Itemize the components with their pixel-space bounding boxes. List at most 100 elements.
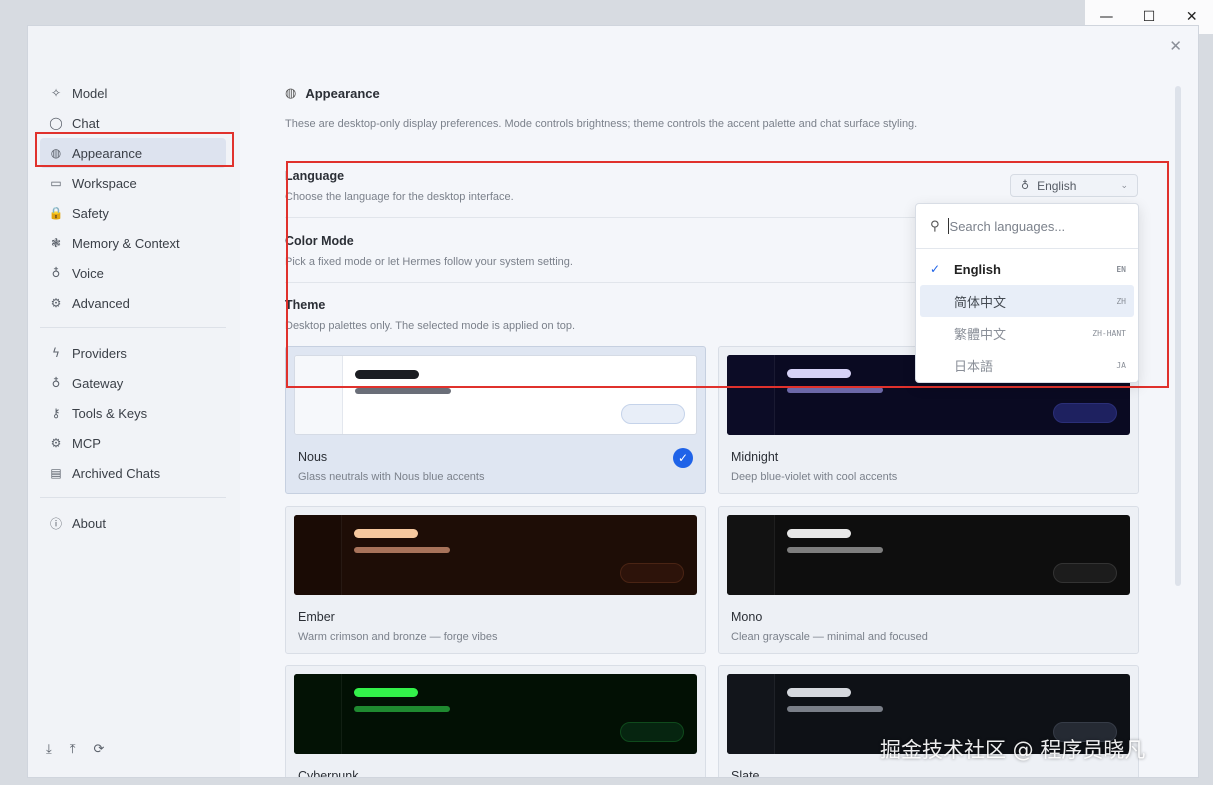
language-option[interactable]: ✓ English EN: [920, 253, 1134, 285]
key-icon: ⚷: [51, 406, 61, 420]
theme-preview-input-pill: [620, 722, 684, 742]
theme-preview-text-bar: [355, 388, 451, 394]
theme-card-ember[interactable]: Ember Warm crimson and bronze — forge vib…: [285, 506, 706, 654]
theme-name: Slate: [731, 769, 760, 777]
language-dropdown: ⚲ Search languages... ✓ English EN 简体中文 ZH 繁體…: [915, 203, 1139, 383]
highlight-box-appearance: [35, 132, 234, 167]
theme-preview-title-bar: [787, 529, 851, 538]
balloon-icon: ♁: [51, 376, 61, 390]
lightning-icon: ϟ: [52, 346, 60, 360]
theme-preview: [294, 674, 697, 754]
sidebar-item-tools-keys[interactable]: ⚷ Tools & Keys: [40, 398, 226, 428]
sidebar-item-safety[interactable]: 🔒 Safety: [40, 198, 226, 228]
sidebar-item-label: Archived Chats: [72, 465, 161, 481]
language-option-label: 日本語: [954, 358, 994, 374]
language-option-code: ZH-HANT: [1092, 328, 1126, 338]
settings-sidebar: ✧ Model ◯ Chat ◍ Appearance ▭ Workspace 🔒 Safety ❃…: [28, 26, 240, 777]
check-icon: ✓: [673, 448, 693, 468]
theme-preview-input-pill: [1053, 403, 1117, 423]
language-option[interactable]: 繁體中文 ZH-HANT: [920, 317, 1134, 349]
language-options: ✓ English EN 简体中文 ZH 繁體中文 ZH-HANT 日本語 JA: [916, 249, 1138, 381]
sidebar-item-about[interactable]: ⓘ About: [40, 508, 226, 538]
theme-name: Ember: [298, 610, 335, 624]
page-description: These are desktop-only display preferenc…: [285, 118, 918, 130]
sidebar-bottom-actions: ⤓ ⤒ ⟳: [46, 742, 104, 757]
theme-description: Warm crimson and bronze — forge vibes: [298, 631, 498, 643]
theme-card-cyberpunk[interactable]: Cyberpunk: [285, 665, 706, 777]
microphone-icon: ♁: [51, 266, 61, 280]
sidebar-item-label: About: [72, 515, 106, 531]
sidebar-item-archived-chats[interactable]: ▤ Archived Chats: [40, 458, 226, 488]
sidebar-divider: [40, 327, 226, 328]
wrench-icon: ⚙: [50, 296, 62, 310]
sidebar-item-label: Safety: [72, 205, 109, 221]
theme-description: Deep blue-violet with cool accents: [731, 471, 898, 483]
language-option[interactable]: 简体中文 ZH: [920, 285, 1134, 317]
settings-dialog: ✕ ✧ Model ◯ Chat ◍ Appearance ▭ Workspace 🔒 Safet…: [28, 26, 1198, 777]
theme-card-mono[interactable]: Mono Clean grayscale — minimal and focuse…: [718, 506, 1139, 654]
plug-icon: ⚙: [50, 436, 62, 450]
sidebar-item-label: Chat: [72, 115, 100, 131]
language-search[interactable]: ⚲ Search languages...: [916, 204, 1138, 249]
theme-name: Nous: [298, 450, 328, 464]
theme-name: Cyberpunk: [298, 769, 359, 777]
theme-preview-text-bar: [354, 706, 450, 712]
sidebar-item-mcp[interactable]: ⚙ MCP: [40, 428, 226, 458]
sidebar-item-label: Memory & Context: [72, 235, 180, 251]
sidebar-item-memory-context[interactable]: ❃ Memory & Context: [40, 228, 226, 258]
text-caret: [947, 218, 949, 234]
lock-icon: 🔒: [48, 206, 64, 220]
check-icon: ✓: [930, 262, 941, 276]
page-title-text: Appearance: [305, 86, 380, 101]
sidebar-item-advanced[interactable]: ⚙ Advanced: [40, 288, 226, 318]
theme-preview-text-bar: [787, 547, 883, 553]
sidebar-item-voice[interactable]: ♁ Voice: [40, 258, 226, 288]
language-option-code: ZH: [1116, 296, 1126, 306]
theme-preview-sidebar: [727, 515, 775, 595]
download-icon[interactable]: ⤓: [46, 742, 52, 757]
theme-preview-sidebar: [727, 674, 775, 754]
upload-icon[interactable]: ⤒: [70, 742, 76, 757]
scrollbar[interactable]: [1175, 86, 1181, 586]
theme-preview-title-bar: [354, 688, 418, 697]
watermark: 掘金技术社区 @ 程序员晓凡: [880, 738, 1146, 762]
sidebar-item-model[interactable]: ✧ Model: [40, 78, 226, 108]
language-option[interactable]: 日本語 JA: [920, 349, 1134, 381]
theme-description: Glass neutrals with Nous blue accents: [298, 471, 485, 483]
language-option-label: 简体中文: [954, 294, 1007, 310]
sidebar-item-label: Providers: [72, 345, 127, 361]
search-icon: ⚲: [930, 218, 940, 234]
sidebar-item-label: Voice: [72, 265, 104, 281]
sidebar-item-workspace[interactable]: ▭ Workspace: [40, 168, 226, 198]
page-title: ◍ Appearance: [285, 86, 380, 101]
archive-icon: ▤: [50, 466, 62, 480]
theme-preview-input-pill: [620, 563, 684, 583]
language-option-label: 繁體中文: [954, 326, 1007, 342]
refresh-icon[interactable]: ⟳: [94, 742, 105, 757]
theme-preview: [294, 515, 697, 595]
sidebar-item-label: Workspace: [72, 175, 137, 191]
theme-preview-input-pill: [1053, 563, 1117, 583]
sidebar-item-label: Advanced: [72, 295, 130, 311]
sparkle-icon: ✧: [50, 86, 62, 100]
sidebar-item-label: Model: [72, 85, 108, 101]
language-search-placeholder: Search languages...: [949, 218, 1066, 234]
theme-name: Midnight: [731, 450, 779, 464]
brain-icon: ❃: [50, 236, 62, 250]
sidebar-item-providers[interactable]: ϟ Providers: [40, 338, 226, 368]
theme-preview-text-bar: [354, 547, 450, 553]
chat-bubble-icon: ◯: [49, 116, 63, 130]
sidebar-divider: [40, 497, 226, 498]
theme-preview-input-pill: [621, 404, 685, 424]
monitor-icon: ▭: [50, 176, 62, 190]
theme-preview-title-bar: [354, 529, 418, 538]
theme-preview-title-bar: [787, 688, 851, 697]
theme-preview-text-bar: [787, 706, 883, 712]
sidebar-item-label: Tools & Keys: [72, 405, 148, 421]
theme-preview-sidebar: [294, 515, 342, 595]
sidebar-item-label: Gateway: [72, 375, 124, 391]
theme-preview-sidebar: [294, 674, 342, 754]
language-option-code: JA: [1116, 360, 1126, 370]
sidebar-item-gateway[interactable]: ♁ Gateway: [40, 368, 226, 398]
settings-content: ◍ Appearance These are desktop-only disp…: [285, 26, 1185, 777]
